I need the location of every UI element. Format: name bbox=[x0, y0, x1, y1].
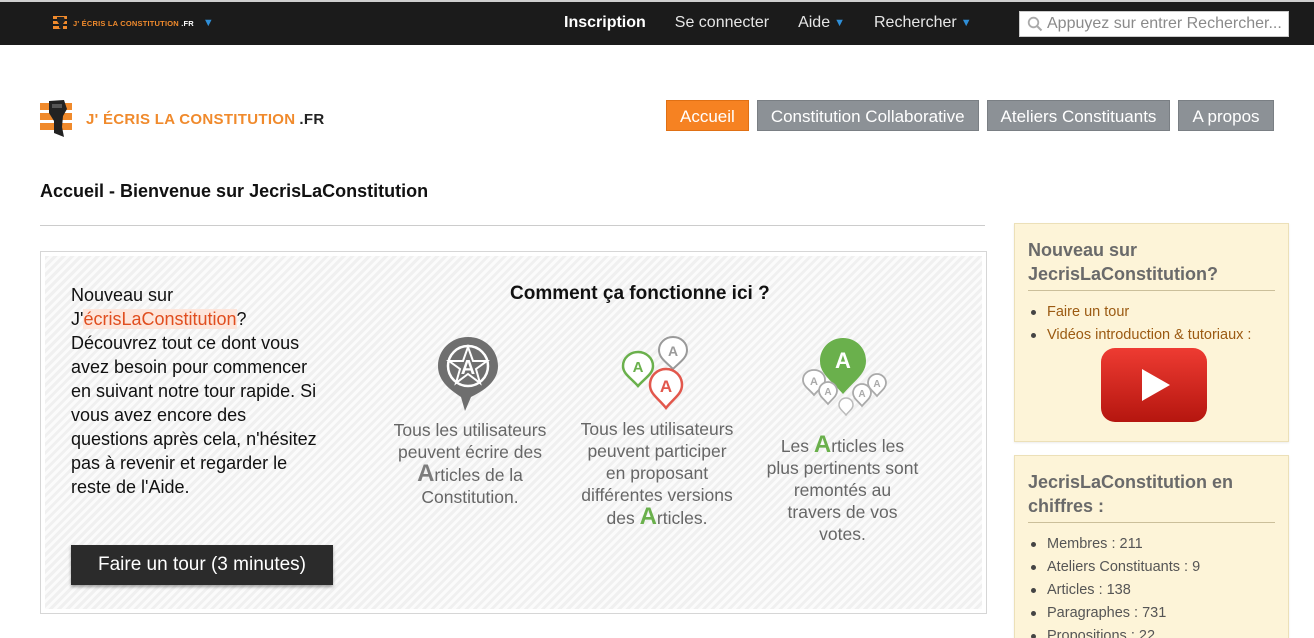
search-menu-label: Rechercher bbox=[873, 14, 957, 31]
sidebar-stats-box: JecrisLaConstitution en chiffres : Membr… bbox=[1014, 455, 1289, 638]
sidebar-new-title: Nouveau sur JecrisLaConstitution? bbox=[1028, 238, 1275, 291]
svg-text:A: A bbox=[858, 389, 865, 400]
sidebar-new-list: Faire un tour Vidéos introduction & tuto… bbox=[1029, 301, 1288, 347]
chevron-down-icon: ▼ bbox=[960, 17, 972, 29]
title-divider bbox=[40, 225, 985, 226]
search-icon bbox=[1027, 16, 1043, 32]
stat-paragraphs: Paragraphes : 731 bbox=[1029, 602, 1288, 625]
feature-propose-versions: Tous les utilisateurs peuvent participer… bbox=[580, 419, 734, 530]
how-it-works-title: Comment ça fonctionne ici ? bbox=[510, 283, 770, 304]
site-logo-text: J' ÉCRIS LA CONSTITUTION .FR bbox=[86, 110, 325, 128]
stat-members: Membres : 211 bbox=[1029, 533, 1288, 556]
svg-text:A: A bbox=[668, 343, 678, 359]
svg-text:A: A bbox=[824, 387, 831, 398]
page-title: Accueil - Bienvenue sur JecrisLaConstitu… bbox=[40, 181, 429, 201]
intro-brand: J'écrisLaConstitution bbox=[71, 309, 237, 329]
feature-write-articles: Tous les utilisateurs peuvent écrire des… bbox=[393, 420, 547, 507]
help-menu[interactable]: Aide ▼ bbox=[798, 14, 845, 32]
inscription-link[interactable]: Inscription bbox=[564, 14, 646, 32]
fist-logo-icon bbox=[40, 100, 72, 137]
chevron-down-icon: ▼ bbox=[834, 17, 845, 29]
youtube-play-icon[interactable] bbox=[1100, 347, 1208, 423]
topbar-logo[interactable]: J' ÉCRIS LA CONSTITUTION .FR ▼ bbox=[53, 15, 214, 31]
multi-pins-icon: A A A bbox=[621, 335, 689, 411]
svg-text:A: A bbox=[873, 379, 880, 390]
nav-constitution-collaborative[interactable]: Constitution Collaborative bbox=[756, 100, 979, 131]
svg-text:A: A bbox=[810, 376, 818, 388]
tour-panel-inner: Nouveau sur J'écrisLaConstitution? Décou… bbox=[45, 256, 982, 609]
sidebar-stats-title: JecrisLaConstitution en chiffres : bbox=[1028, 470, 1275, 523]
site-logo[interactable]: J' ÉCRIS LA CONSTITUTION .FR bbox=[40, 99, 324, 139]
top-bar: J' ÉCRIS LA CONSTITUTION .FR ▼ Inscripti… bbox=[0, 0, 1314, 45]
topbar-nav: Inscription Se connecter Aide ▼ Recherche… bbox=[564, 14, 972, 32]
intro-line: Nouveau sur bbox=[71, 285, 174, 305]
nav-a-propos[interactable]: A propos bbox=[1178, 100, 1274, 131]
stat-articles: Articles : 138 bbox=[1029, 579, 1288, 602]
chevron-down-icon[interactable]: ▼ bbox=[203, 17, 214, 29]
search-menu[interactable]: Rechercher ▼ bbox=[874, 14, 972, 32]
svg-text:A: A bbox=[461, 357, 475, 379]
main-nav: Accueil Constitution Collaborative Ateli… bbox=[666, 100, 1274, 131]
feature-vote-articles: Les Articles les plus pertinents sont re… bbox=[766, 431, 919, 545]
search-input[interactable] bbox=[1047, 15, 1281, 33]
sidebar-new-box: Nouveau sur JecrisLaConstitution? Faire … bbox=[1014, 223, 1289, 442]
login-link[interactable]: Se connecter bbox=[675, 14, 769, 32]
svg-text:A: A bbox=[660, 377, 672, 396]
svg-text:A: A bbox=[633, 359, 644, 376]
svg-text:A: A bbox=[835, 348, 851, 373]
fist-logo-icon bbox=[53, 16, 67, 30]
stat-workshops: Ateliers Constituants : 9 bbox=[1029, 556, 1288, 579]
tour-intro: Nouveau sur J'écrisLaConstitution? Décou… bbox=[71, 285, 317, 497]
anarchy-a-pin-icon: A bbox=[438, 337, 498, 411]
search-box bbox=[1019, 11, 1289, 37]
nav-ateliers-constituants[interactable]: Ateliers Constituants bbox=[986, 100, 1171, 131]
tour-panel: Nouveau sur J'écrisLaConstitution? Décou… bbox=[40, 251, 987, 614]
intro-body: Découvrez tout ce dont vous avez besoin … bbox=[71, 333, 317, 497]
nav-accueil[interactable]: Accueil bbox=[666, 100, 749, 131]
take-tour-button[interactable]: Faire un tour (3 minutes) bbox=[71, 545, 333, 585]
sidebar-stats-list: Membres : 211 Ateliers Constituants : 9 … bbox=[1029, 533, 1288, 638]
take-tour-link[interactable]: Faire un tour bbox=[1029, 301, 1288, 324]
topbar-logo-text: J' ÉCRIS LA CONSTITUTION .FR bbox=[73, 18, 194, 28]
videos-link[interactable]: Vidéos introduction & tutoriaux : bbox=[1029, 324, 1288, 347]
help-menu-label: Aide bbox=[798, 14, 831, 31]
top-pin-icon: A A A A A bbox=[802, 338, 887, 416]
stat-proposals: Propositions : 22 bbox=[1029, 625, 1288, 638]
